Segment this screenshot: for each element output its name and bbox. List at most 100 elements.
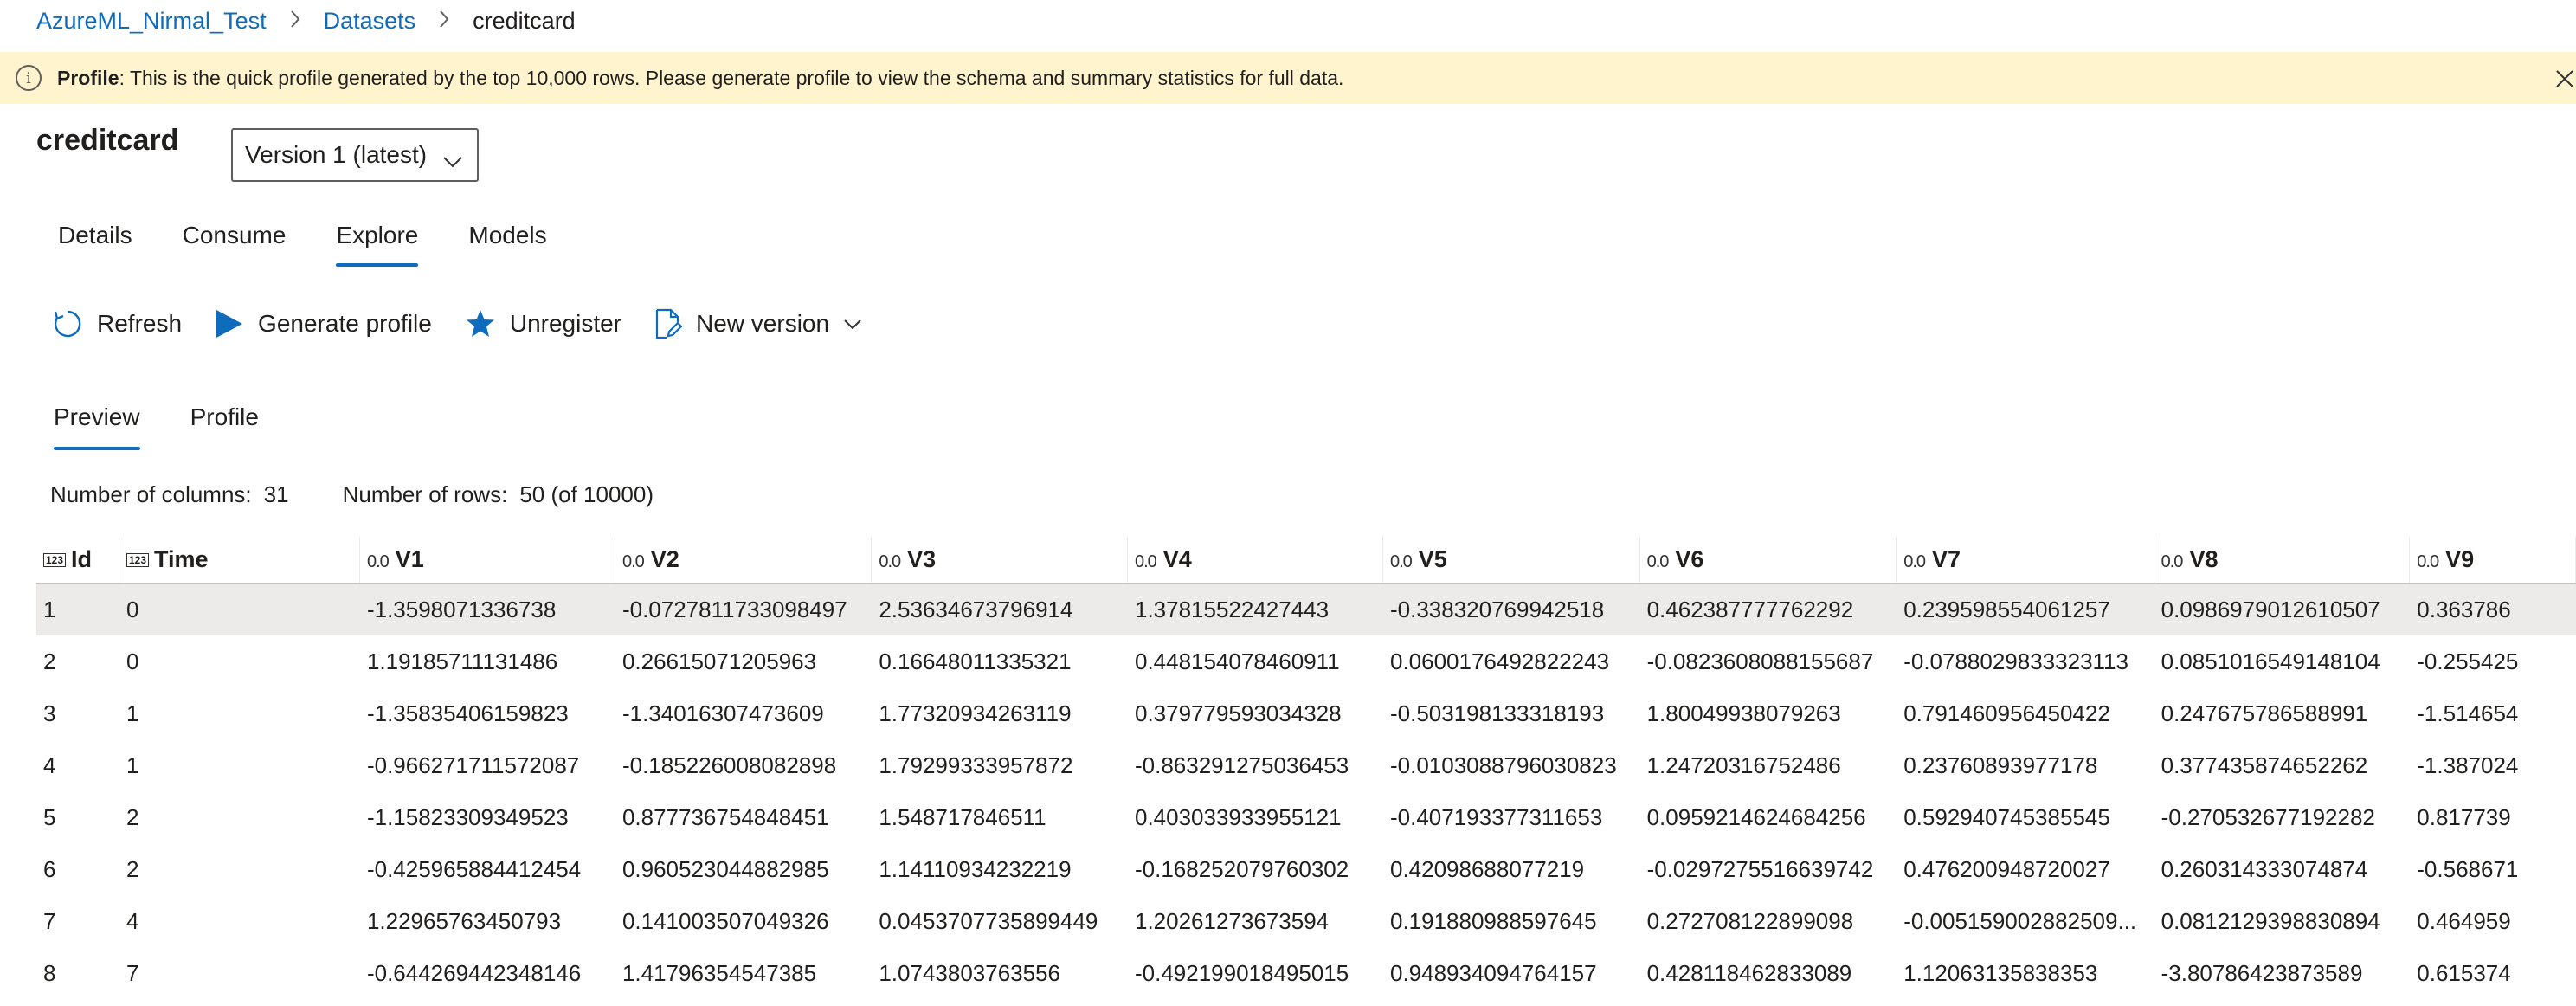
table-cell: 1.0743803763556 xyxy=(879,959,1061,986)
new-version-button[interactable]: New version xyxy=(654,308,862,339)
table-row[interactable]: 2 0 1.19185711131486 0.26615071205963 0.1664… xyxy=(36,635,2576,687)
decimal-type-icon: 0.0 xyxy=(1903,552,1926,571)
table-cell: 0.0959214624684256 xyxy=(1646,803,1866,830)
table-cell: 0.0812129398830894 xyxy=(2161,907,2380,934)
column-header-label: V3 xyxy=(907,546,937,572)
table-cell: 0.363786 xyxy=(2410,584,2576,635)
column-header-v4[interactable]: 0.0 V4 xyxy=(1127,537,1383,584)
tab-details[interactable]: Details xyxy=(58,218,132,267)
table-cell: -1.35835406159823 xyxy=(366,700,569,726)
table-cell: 1.14110934232219 xyxy=(879,855,1072,882)
column-header-v3[interactable]: 0.0 V3 xyxy=(872,537,1128,584)
column-header-v9[interactable]: 0.0 V9 xyxy=(2410,537,2576,584)
table-row[interactable]: 4 1 -0.966271711572087 -0.185226008082898 1.… xyxy=(36,739,2576,791)
table-cell: -0.863291275036453 xyxy=(1134,751,1349,778)
table-cell: -0.644269442348146 xyxy=(366,959,582,986)
table-cell: 0 xyxy=(126,648,139,674)
column-header-v7[interactable]: 0.0 V7 xyxy=(1897,537,2154,584)
tab-models[interactable]: Models xyxy=(468,218,546,267)
column-header-time[interactable]: 123 Time xyxy=(119,537,360,584)
table-cell: -0.966271711572087 xyxy=(366,751,580,778)
chevron-down-icon xyxy=(442,147,463,175)
table-cell: 4 xyxy=(126,907,139,934)
table-cell: -0.568671 xyxy=(2417,855,2519,882)
table-row[interactable]: 8 7 -0.644269442348146 1.41796354547385 1.07… xyxy=(36,947,2576,999)
generate-profile-label: Generate profile xyxy=(258,310,432,337)
column-header-v6[interactable]: 0.0 V6 xyxy=(1639,537,1897,584)
table-cell: 0.960523044882985 xyxy=(621,855,829,882)
table-cell: 0.272708122899098 xyxy=(1646,907,1854,934)
table-cell: 0.26615071205963 xyxy=(621,648,817,674)
table-header-row: 123 Id 123 Time 0.0 V1 0.0 V2 0.0 V3 0.0 V4 0.0 V5 0.0… xyxy=(36,537,2576,584)
table-cell: -0.0297275516639742 xyxy=(1646,855,1874,882)
table-cell: 1.41796354547385 xyxy=(621,959,817,986)
table-row[interactable]: 6 2 -0.425965884412454 0.960523044882985 1.1… xyxy=(36,843,2576,895)
banner-message: : This is the quick profile generated by… xyxy=(119,66,1344,89)
table-cell: 1 xyxy=(36,584,119,635)
table-cell: 1.80049938079263 xyxy=(1646,700,1841,726)
column-header-label: Time xyxy=(154,546,209,572)
table-body: 1 0 -1.3598071336738 -0.0727811733098497 2.5… xyxy=(36,584,2576,999)
table-cell: 1 xyxy=(126,751,139,778)
table-cell: 0.0986979012610507 xyxy=(2154,584,2411,635)
star-icon xyxy=(466,310,494,337)
table-cell: 0.247675786588991 xyxy=(2161,700,2368,726)
table-cell: 0.791460956450422 xyxy=(1903,700,2110,726)
rows-count-value: 50 (of 10000) xyxy=(519,481,654,507)
column-header-v2[interactable]: 0.0 V2 xyxy=(615,537,873,584)
table-cell: 0.239598554061257 xyxy=(1897,584,2154,635)
table-cell: 4 xyxy=(43,751,56,778)
tab-explore[interactable]: Explore xyxy=(336,218,418,267)
table-cell: -0.168252079760302 xyxy=(1134,855,1349,882)
unregister-label: Unregister xyxy=(509,310,622,337)
column-header-v5[interactable]: 0.0 V5 xyxy=(1382,537,1640,584)
table-row[interactable]: 3 1 -1.35835406159823 -1.34016307473609 1.77… xyxy=(36,687,2576,739)
banner-label: Profile xyxy=(57,66,119,89)
column-header-v1[interactable]: 0.0 V1 xyxy=(359,537,615,584)
column-header-label: V4 xyxy=(1162,546,1192,572)
column-header-label: V9 xyxy=(2445,546,2475,572)
dataset-title: creditcard xyxy=(36,124,179,157)
table-cell: 2 xyxy=(43,648,56,674)
table-row[interactable]: 7 4 1.22965763450793 0.141003507049326 0.045… xyxy=(36,895,2576,947)
tab-consume[interactable]: Consume xyxy=(183,218,287,267)
unregister-button[interactable]: Unregister xyxy=(465,308,621,339)
version-selected-value: Version 1 (latest) xyxy=(245,141,428,168)
explore-subtabs: Preview Profile xyxy=(54,400,309,450)
preview-data-grid[interactable]: 123 Id 123 Time 0.0 V1 0.0 V2 0.0 V3 0.0 V4 0.0 V5 0.0… xyxy=(36,537,2576,1006)
decimal-type-icon: 0.0 xyxy=(621,552,645,571)
decimal-type-icon: 0.0 xyxy=(1134,552,1157,571)
table-cell: 0.877736754848451 xyxy=(621,803,829,830)
table-row[interactable]: 1 0 -1.3598071336738 -0.0727811733098497 2.5… xyxy=(36,584,2576,635)
dataset-tabs: Details Consume Explore Models xyxy=(36,218,597,267)
table-cell: -0.0727811733098497 xyxy=(615,584,873,635)
column-header-id[interactable]: 123 Id xyxy=(36,537,119,584)
table-cell: -0.0823608088155687 xyxy=(1646,648,1874,674)
column-header-label: V7 xyxy=(1932,546,1961,572)
table-cell: 0.592940745385545 xyxy=(1903,803,2110,830)
column-header-v8[interactable]: 0.0 V8 xyxy=(2154,537,2411,584)
table-cell: 0.403033933955121 xyxy=(1134,803,1342,830)
table-cell: -0.407193377311653 xyxy=(1389,803,1603,830)
command-bar: Refresh Generate profile Unregister New … xyxy=(52,308,895,339)
generate-profile-button[interactable]: Generate profile xyxy=(215,308,432,339)
table-cell: 0.260314333074874 xyxy=(2161,855,2368,882)
table-cell: 0 xyxy=(119,584,360,635)
breadcrumb-datasets-link[interactable]: Datasets xyxy=(324,8,416,35)
tab-profile[interactable]: Profile xyxy=(190,400,259,450)
tab-preview[interactable]: Preview xyxy=(54,400,140,450)
table-cell: 5 xyxy=(43,803,56,830)
preview-table: 123 Id 123 Time 0.0 V1 0.0 V2 0.0 V3 0.0 V4 0.0 V5 0.0… xyxy=(36,537,2576,999)
table-row[interactable]: 5 2 -1.15823309349523 0.877736754848451 1.54… xyxy=(36,791,2576,843)
table-cell: 0.0600176492822243 xyxy=(1389,648,1610,674)
column-header-label: V2 xyxy=(650,546,679,572)
table-cell: 7 xyxy=(126,959,139,986)
version-dropdown[interactable]: Version 1 (latest) xyxy=(231,128,479,182)
table-cell: 3 xyxy=(43,700,56,726)
refresh-button[interactable]: Refresh xyxy=(52,308,182,339)
table-cell: -3.80786423873589 xyxy=(2161,959,2363,986)
table-cell: 1.12063135838353 xyxy=(1903,959,2098,986)
close-icon[interactable] xyxy=(2550,64,2576,90)
breadcrumb-workspace-link[interactable]: AzureML_Nirmal_Test xyxy=(36,8,267,35)
table-cell: 1.548717846511 xyxy=(879,803,1046,830)
